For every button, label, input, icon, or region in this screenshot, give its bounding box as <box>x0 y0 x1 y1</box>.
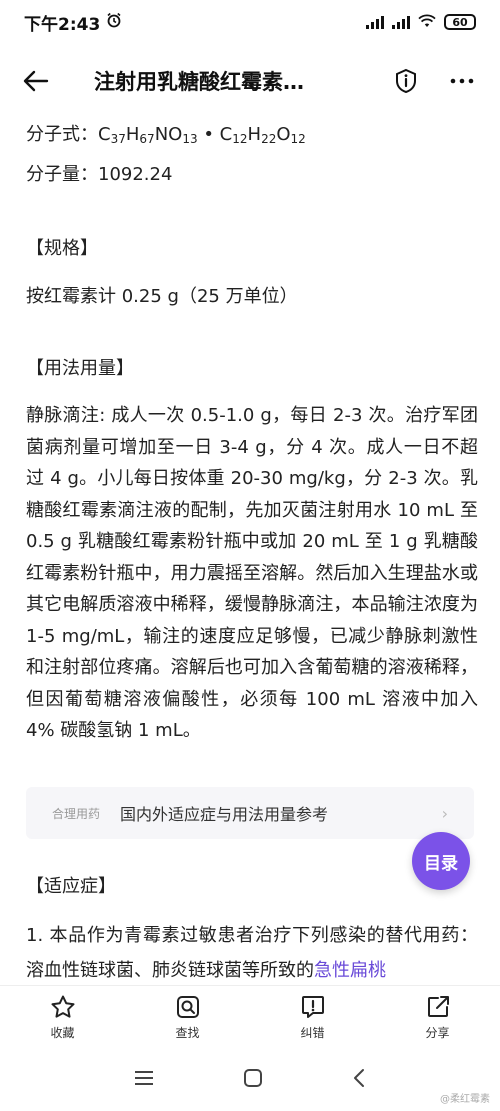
share-label: 分享 <box>425 1026 450 1040</box>
status-left: 下午2:43 <box>24 10 122 35</box>
find-label: 查找 <box>175 1026 200 1040</box>
report-error-label: 纠错 <box>300 1026 325 1040</box>
search-icon <box>176 996 199 1018</box>
home-nav-button[interactable] <box>243 1068 263 1092</box>
back-chevron-icon <box>353 1069 364 1087</box>
find-button[interactable]: 查找 <box>125 986 250 1049</box>
share-icon <box>427 996 449 1017</box>
chevron-right-icon: › <box>441 803 448 823</box>
molecular-weight: 分子量：1092.24 <box>26 164 173 185</box>
toc-button[interactable]: 目录 <box>412 832 470 890</box>
spec-heading: 【规格】 <box>26 238 98 259</box>
indication-link[interactable]: 急性扁桃 <box>314 960 386 981</box>
drug-content: 分子式：C37H67NO13 • C12H22O12 分子量：1092.24 【… <box>26 118 478 747</box>
home-square-icon <box>243 1069 262 1087</box>
signal-icon-2 <box>392 15 410 29</box>
indications-heading: 【适应症】 <box>26 876 116 897</box>
app-header: 注射用乳糖酸红霉素… <box>0 44 500 118</box>
favorite-label: 收藏 <box>50 1026 75 1040</box>
menu-icon <box>135 1071 154 1085</box>
menu-nav-button[interactable] <box>134 1070 154 1090</box>
more-button[interactable] <box>434 44 490 118</box>
bottom-toolbar: 收藏 查找 纠错 分享 <box>0 985 500 1049</box>
share-button[interactable]: 分享 <box>375 986 500 1049</box>
back-arrow-icon <box>23 70 49 92</box>
report-error-button[interactable]: 纠错 <box>250 986 375 1049</box>
status-time: 下午2:43 <box>24 14 101 35</box>
usage-heading: 【用法用量】 <box>26 358 134 379</box>
watermark: @柔红霉素 <box>440 1094 490 1105</box>
error-report-icon <box>301 996 324 1018</box>
signal-icon <box>366 15 384 29</box>
status-bar: 下午2:43 60 <box>0 0 500 44</box>
page-title: 注射用乳糖酸红霉素… <box>94 70 304 94</box>
reference-text: 国内外适应症与用法用量参考 <box>120 805 329 824</box>
spec-text: 按红霉素计 0.25 g（25 万单位） <box>26 286 298 307</box>
molecular-formula: 分子式：C37H67NO13 • C12H22O12 <box>26 124 306 146</box>
star-icon <box>51 995 74 1018</box>
status-right: 60 <box>366 14 476 31</box>
info-button[interactable] <box>378 44 434 118</box>
back-nav-button[interactable] <box>352 1068 366 1092</box>
info-icon <box>396 68 416 94</box>
alarm-icon <box>106 12 122 33</box>
reference-card[interactable]: 合理用药 国内外适应症与用法用量参考 › <box>26 787 474 839</box>
reference-tag: 合理用药 <box>52 806 101 821</box>
favorite-button[interactable]: 收藏 <box>0 986 125 1049</box>
indications-text: 1. 本品作为青霉素过敏患者治疗下列感染的替代用药：溶血性链球菌、肺炎链球菌等所… <box>26 925 478 981</box>
wifi-icon <box>418 14 436 31</box>
system-nav-bar <box>0 1049 500 1111</box>
back-button[interactable] <box>0 44 72 118</box>
battery-icon: 60 <box>444 14 476 30</box>
usage-text: 静脉滴注: 成人一次 0.5-1.0 g，每日 2-3 次。治疗军团菌病剂量可增… <box>26 405 478 741</box>
more-icon <box>450 78 474 84</box>
